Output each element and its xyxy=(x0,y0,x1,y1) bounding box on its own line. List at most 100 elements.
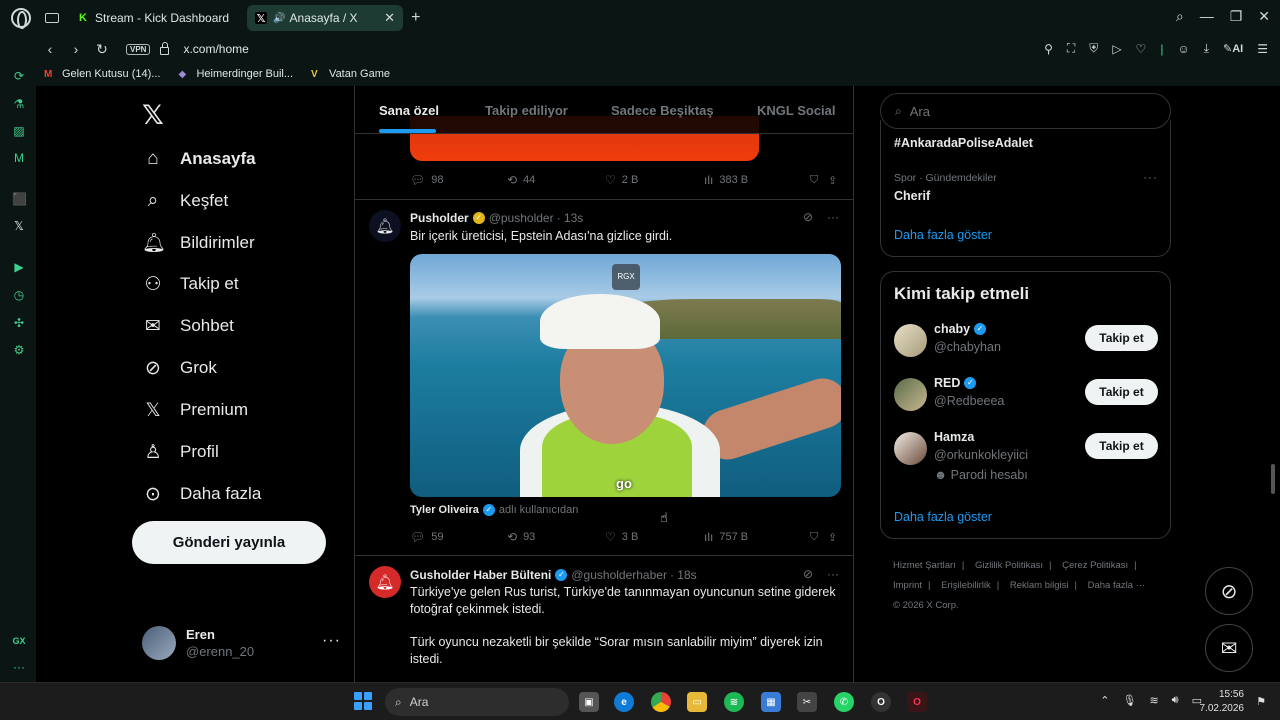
opera-gx-icon[interactable]: O xyxy=(871,692,891,712)
edge-icon[interactable]: e xyxy=(614,692,634,712)
pusholder-avatar[interactable]: 🔔︎ xyxy=(369,210,401,242)
author-handle[interactable]: @pusholder xyxy=(489,211,554,225)
speaker-icon[interactable]: 🔊 xyxy=(273,13,285,24)
lock-icon[interactable] xyxy=(160,42,170,55)
bookmark-gmail[interactable]: M Gelen Kutusu (14)... xyxy=(44,68,160,80)
trend-item[interactable]: Cherif xyxy=(894,189,930,203)
grok-fab-icon[interactable]: ⊘ xyxy=(1205,567,1253,615)
nav-chat[interactable]: ✉ Sohbet xyxy=(142,311,234,341)
nav-follow[interactable]: ⚇ Takip et xyxy=(142,269,238,299)
more-sidebar-icon[interactable]: ··· xyxy=(12,660,26,674)
follow-button[interactable]: Takip et xyxy=(1085,379,1158,405)
gusholder-avatar[interactable]: 🔔︎ xyxy=(369,566,401,598)
tab-besiktas[interactable]: Sadece Beşiktaş xyxy=(611,103,714,118)
follow-button[interactable]: Takip et xyxy=(1085,433,1158,459)
minimize-icon[interactable]: — xyxy=(1200,8,1214,25)
footer-link[interactable]: Imprint xyxy=(893,580,922,591)
repost-button[interactable]: ⟲ 93 xyxy=(507,530,535,544)
ai-button[interactable]: ✎AI xyxy=(1223,42,1243,55)
grok-icon[interactable]: ⊘ xyxy=(803,567,813,581)
profile-icon[interactable]: ☺ xyxy=(1177,42,1189,56)
more-icon[interactable]: ··· xyxy=(827,210,839,224)
snipping-tool-icon[interactable]: ✂ xyxy=(797,692,817,712)
back-icon[interactable]: ‹ xyxy=(44,41,56,57)
account-switcher[interactable]: Eren @erenn_20 xyxy=(142,626,254,660)
history-icon[interactable]: ◷ xyxy=(12,288,26,302)
player-icon[interactable]: ▶ xyxy=(12,260,26,274)
tab-for-you[interactable]: Sana özel xyxy=(379,103,439,118)
reply-button[interactable]: 💬︎ 98 xyxy=(410,173,443,187)
author-name[interactable]: Gusholder Haber Bülteni xyxy=(410,568,551,582)
bookmark-icon[interactable]: ⛉ xyxy=(810,531,818,544)
settings-icon[interactable]: ⚙ xyxy=(12,343,26,357)
show-more-link[interactable]: Daha fazla göster xyxy=(894,228,992,242)
follow-button[interactable]: Takip et xyxy=(1085,325,1158,351)
share-icon[interactable]: ⇪ xyxy=(828,174,837,187)
follow-suggestion[interactable]: RED ✓ @Redbeeea Takip et xyxy=(894,376,1164,416)
tray-overflow-icon[interactable]: ⌃ xyxy=(1100,694,1109,707)
store-icon[interactable]: ▦ xyxy=(761,692,781,712)
reply-button[interactable]: 💬︎ 59 xyxy=(410,530,443,544)
reload-icon[interactable]: ↻ xyxy=(96,41,108,58)
workspaces-icon[interactable] xyxy=(45,13,59,23)
footer-link[interactable]: Daha fazla ··· xyxy=(1088,580,1146,591)
post-video[interactable]: RGX go xyxy=(410,254,841,497)
tab-kngl-social[interactable]: KNGL Social xyxy=(757,103,836,118)
file-explorer-icon[interactable]: ▭ xyxy=(687,692,707,712)
search-tabs-icon[interactable]: ⌕ xyxy=(1176,8,1184,25)
video-attribution[interactable]: Tyler Oliveira ✓ adlı kullanıcıdan xyxy=(410,504,578,516)
tab-following[interactable]: Takip ediliyor xyxy=(485,103,568,118)
opera-logo-icon[interactable] xyxy=(11,8,31,29)
chrome-icon[interactable] xyxy=(651,692,671,712)
bookmark-icon[interactable]: ⛉ xyxy=(810,174,818,187)
menu-icon[interactable]: ☰ xyxy=(1257,42,1268,56)
grok-icon[interactable]: ⊘ xyxy=(803,210,813,224)
url-field[interactable]: x.com/home xyxy=(183,42,248,56)
speed-dial-icon[interactable]: ⟳ xyxy=(12,69,26,83)
nav-premium[interactable]: 𝕏 Premium xyxy=(142,395,248,425)
footer-link[interactable]: Erişilebilirlik xyxy=(941,580,991,591)
footer-link[interactable]: Hizmet Şartları xyxy=(893,560,956,571)
task-view-icon[interactable]: ▣ xyxy=(579,692,599,712)
nav-home[interactable]: ⌂ Anasayfa xyxy=(142,144,255,174)
start-button[interactable] xyxy=(354,692,372,710)
nav-explore[interactable]: ⌕ Keşfet xyxy=(142,186,229,216)
account-more-icon[interactable]: ··· xyxy=(322,632,341,650)
author-handle[interactable]: @gusholderhaber xyxy=(571,568,667,582)
heart-icon[interactable]: ♡ xyxy=(1136,42,1147,56)
notification-icon[interactable]: ⚑ xyxy=(1256,695,1266,708)
footer-link[interactable]: Reklam bilgisi xyxy=(1010,580,1069,591)
close-tab-icon[interactable]: ✕ xyxy=(384,10,395,26)
trend-item[interactable]: #AnkaradaPoliseAdalet xyxy=(894,136,1033,150)
close-window-icon[interactable]: ✕ xyxy=(1258,8,1270,25)
search-input[interactable]: ⌕ Ara xyxy=(880,93,1171,129)
stripes-icon[interactable]: ▨ xyxy=(12,124,26,138)
follow-suggestion[interactable]: Hamza @orkunkokleyiici ☻ Parodi hesabı T… xyxy=(894,430,1164,482)
views-button[interactable]: ılı 383 B xyxy=(704,173,748,187)
extensions-icon[interactable]: ✣ xyxy=(12,316,26,330)
x-logo-icon[interactable]: 𝕏 xyxy=(142,100,164,131)
x-sidebar-icon[interactable]: 𝕏 xyxy=(12,219,26,233)
nav-notifications[interactable]: 🔔︎ Bildirimler xyxy=(142,228,255,258)
trend-more-icon[interactable]: ··· xyxy=(1143,170,1158,184)
messenger-icon[interactable]: M xyxy=(12,151,26,165)
forward-icon[interactable]: › xyxy=(70,41,82,57)
aria-icon[interactable]: ⚗ xyxy=(12,97,26,111)
share-icon[interactable]: ⇪ xyxy=(828,531,837,544)
footer-link[interactable]: Gizlilik Politikası xyxy=(975,560,1043,571)
volume-icon[interactable]: 🔊︎ xyxy=(1172,694,1179,707)
follow-suggestion[interactable]: chaby ✓ @chabyhan Takip et xyxy=(894,322,1164,362)
pin-icon[interactable]: ⚲ xyxy=(1044,42,1053,56)
shield-icon[interactable]: ⛨ xyxy=(1089,41,1098,56)
opera-icon[interactable]: O xyxy=(907,692,927,712)
play-icon[interactable]: ▷ xyxy=(1112,42,1121,56)
nav-more[interactable]: ⊙ Daha fazla xyxy=(142,479,261,509)
views-button[interactable]: ılı 757 B xyxy=(704,530,748,544)
download-icon[interactable]: ⤓ xyxy=(1204,41,1209,56)
author-name[interactable]: Pusholder xyxy=(410,211,469,225)
wifi-icon[interactable]: ≋ xyxy=(1149,694,1158,707)
whatsapp-icon[interactable]: ✆ xyxy=(834,692,854,712)
scrollbar[interactable] xyxy=(1271,464,1275,494)
gx-corner-icon[interactable]: GX xyxy=(9,634,29,648)
post-time[interactable]: · 13s xyxy=(557,211,584,225)
